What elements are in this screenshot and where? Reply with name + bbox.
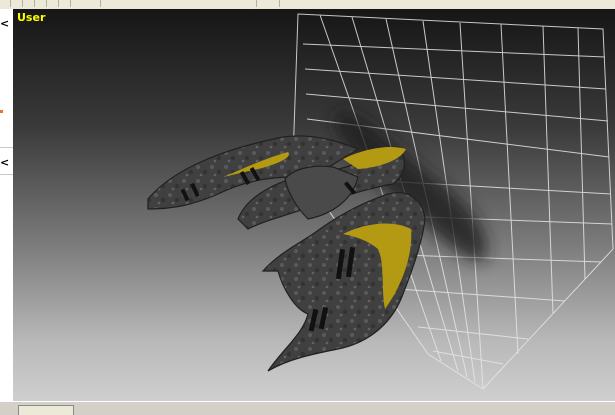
collapse-arrow-icon[interactable]: < bbox=[0, 157, 12, 169]
toolbar-dropdown[interactable] bbox=[256, 0, 280, 7]
collapse-arrow-icon[interactable]: < bbox=[0, 18, 12, 30]
toolbar-button[interactable] bbox=[48, 0, 59, 7]
marker-icon bbox=[0, 110, 3, 113]
scene bbox=[147, 13, 614, 390]
panel-divider bbox=[0, 174, 13, 175]
toolbar-button[interactable] bbox=[0, 0, 11, 7]
viewport-label[interactable]: User bbox=[17, 11, 45, 24]
ship-model bbox=[147, 135, 426, 372]
toolbar-button[interactable] bbox=[24, 0, 35, 7]
toolbar-button[interactable] bbox=[12, 0, 23, 7]
toolbar-button[interactable] bbox=[36, 0, 47, 7]
status-bar bbox=[0, 401, 615, 415]
panel-divider bbox=[0, 147, 13, 148]
toolbar-button[interactable] bbox=[60, 0, 71, 7]
user-viewport[interactable]: User bbox=[13, 9, 615, 401]
command-panel: < < bbox=[0, 9, 14, 401]
toolbar-button[interactable] bbox=[90, 0, 101, 7]
